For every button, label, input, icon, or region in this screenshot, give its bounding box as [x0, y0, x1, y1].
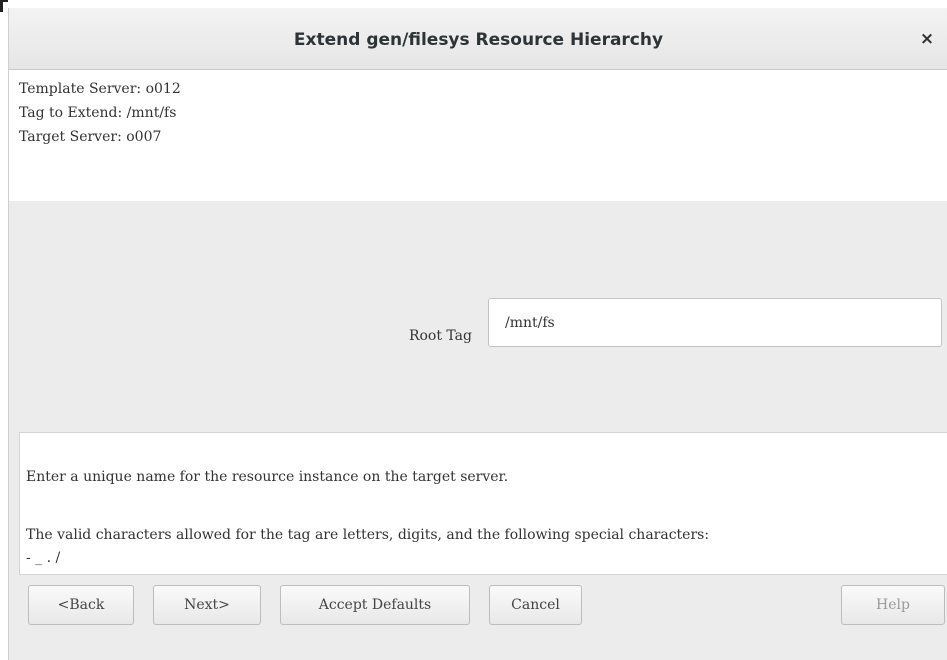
cancel-button[interactable]: Cancel [489, 585, 582, 625]
help-panel: Enter a unique name for the resource ins… [19, 432, 947, 575]
back-button[interactable]: <Back [28, 585, 134, 625]
help-button[interactable]: Help [841, 585, 945, 625]
help-text-special-chars: - _ . / [26, 550, 61, 566]
info-panel: Template Server: o012 Tag to Extend: /mn… [9, 70, 947, 201]
next-button[interactable]: Next> [153, 585, 261, 625]
window-corner-mark-horizontal [0, 0, 8, 2]
dialog-window: Extend gen/filesys Resource Hierarchy × … [8, 8, 947, 660]
accept-defaults-button[interactable]: Accept Defaults [280, 585, 470, 625]
target-server-text: Target Server: o007 [19, 129, 162, 145]
tag-to-extend-text: Tag to Extend: /mnt/fs [19, 105, 177, 121]
help-text-line-1: Enter a unique name for the resource ins… [26, 469, 509, 485]
title-bar: Extend gen/filesys Resource Hierarchy × [9, 8, 947, 70]
root-tag-label: Root Tag [408, 328, 472, 344]
root-tag-input[interactable] [488, 298, 942, 347]
window-title: Extend gen/filesys Resource Hierarchy [293, 30, 664, 50]
help-text-line-2: The valid characters allowed for the tag… [26, 527, 710, 543]
close-icon[interactable]: × [914, 26, 940, 52]
template-server-text: Template Server: o012 [19, 81, 181, 97]
